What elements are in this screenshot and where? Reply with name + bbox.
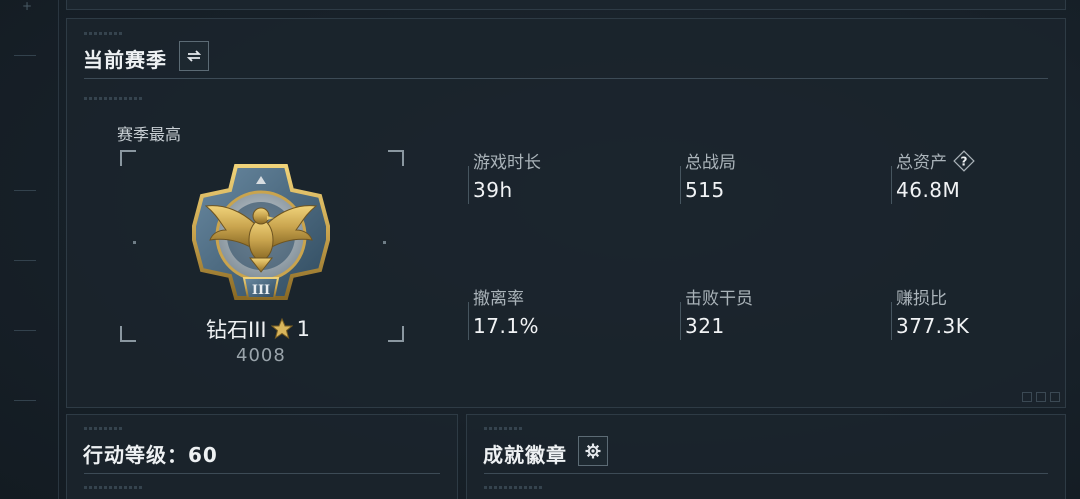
rank-numeral: III [252,283,270,298]
panel-corner-decor [1022,392,1060,402]
frame-corner [388,150,404,166]
stat-label: 赚损比 [896,289,947,309]
gear-icon [585,443,601,459]
season-title: 当前赛季 [83,48,167,72]
frame-corner [388,326,404,342]
stat-value: 321 [685,314,725,338]
stat-bar [680,302,681,340]
stat-value: 377.3K [896,314,970,338]
decor-microtext [484,427,524,430]
stat-bar [468,166,469,204]
hud-tick [14,55,36,56]
left-hud-strip: + [0,0,59,499]
stat-bar [468,302,469,340]
stat-operators-defeated: 击败干员 321 [680,284,880,344]
rank-name-text: 钻石III [206,318,267,342]
hud-tick [14,260,36,261]
hud-tick [14,400,36,401]
stat-value: 515 [685,178,725,202]
profile-page: + 当前赛季 赛季最高 III 钻石III 1 4008 游戏时长 39h 总战… [0,0,1080,499]
stat-play-time: 游戏时长 39h [468,148,668,208]
stat-label-text: 总资产 [896,153,947,173]
question-icon[interactable]: ? [953,149,975,172]
decor-microtext [84,97,142,100]
decor-microtext [84,32,124,35]
season-best-label: 赛季最高 [117,125,182,144]
achievements-divider [484,473,1048,474]
stat-bar [891,166,892,204]
season-divider [84,78,1048,79]
achievements-settings-button[interactable] [578,436,608,466]
action-level-title: 行动等级：60 [83,443,218,467]
swap-icon [186,50,202,62]
season-switch-button[interactable] [179,41,209,71]
stat-label: 撤离率 [473,289,524,309]
stat-extract-rate: 撤离率 17.1% [468,284,668,344]
stat-total-assets: 总资产 ? 46.8M [891,148,1080,208]
top-panel-edge [66,0,1066,10]
frame-dot [383,241,386,244]
hud-tick [14,330,36,331]
decor-microtext [84,427,124,430]
stat-total-matches: 总战局 515 [680,148,880,208]
rank-star-count: 1 [296,317,310,341]
crosshair-icon: + [22,0,33,13]
stat-label: 总战局 [685,153,736,173]
frame-dot [133,241,136,244]
frame-corner [120,326,136,342]
stat-label: 击败干员 [685,289,753,309]
frame-corner [120,150,136,166]
rank-name: 钻石III 1 [206,314,310,344]
hud-tick [14,190,36,191]
svg-text:?: ? [961,154,968,168]
rank-score: 4008 [236,345,286,366]
stat-label: 游戏时长 [473,153,541,173]
stat-bar [891,302,892,340]
stat-value: 39h [473,178,513,202]
action-level-divider [84,473,440,474]
star-icon [270,318,293,340]
rank-emblem-icon: III [192,164,330,300]
achievements-title: 成就徽章 [483,443,567,467]
stat-value: 17.1% [473,314,540,338]
stat-bar [680,166,681,204]
stat-value: 46.8M [896,178,961,202]
stat-label: 总资产 ? [896,148,975,173]
stat-profit-loss-ratio: 赚损比 377.3K [891,284,1080,344]
decor-microtext [484,486,542,489]
decor-microtext [84,486,142,489]
